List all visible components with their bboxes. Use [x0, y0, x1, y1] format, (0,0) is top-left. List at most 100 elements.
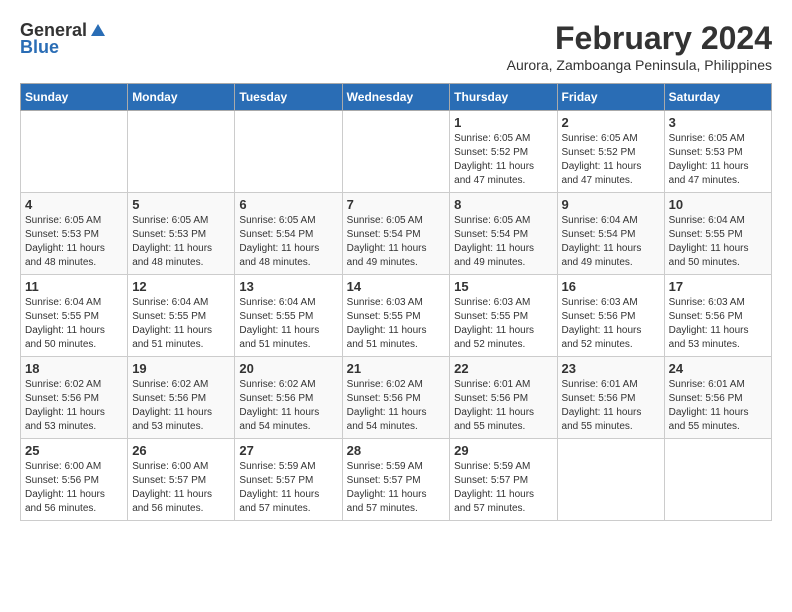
day-cell: 20 Sunrise: 6:02 AM Sunset: 5:56 PM Dayli…: [235, 357, 342, 439]
day-cell: 25 Sunrise: 6:00 AM Sunset: 5:56 PM Dayli…: [21, 439, 128, 521]
day-cell: 17Sunrise: 6:03 AM Sunset: 5:56 PM Dayli…: [664, 275, 771, 357]
col-header-wednesday: Wednesday: [342, 84, 450, 111]
day-number: 2: [562, 115, 660, 130]
day-info: Sunrise: 6:01 AM Sunset: 5:56 PM Dayligh…: [454, 378, 552, 434]
day-number: 14: [347, 279, 446, 294]
logo-blue-text: Blue: [20, 37, 59, 58]
week-row-1: 1Sunrise: 6:05 AM Sunset: 5:52 PM Daylig…: [21, 111, 772, 193]
day-cell: 10 Sunrise: 6:04 AM Sunset: 5:55 PM Dayli…: [664, 193, 771, 275]
day-info: Sunrise: 6:02 AM Sunset: 5:56 PM Dayligh…: [239, 378, 337, 434]
day-number: 22: [454, 361, 552, 376]
day-number: 5: [132, 197, 230, 212]
day-cell: 26Sunrise: 6:00 AM Sunset: 5:57 PM Dayli…: [128, 439, 235, 521]
day-cell: 22 Sunrise: 6:01 AM Sunset: 5:56 PM Dayli…: [450, 357, 557, 439]
day-number: 1: [454, 115, 552, 130]
day-number: 12: [132, 279, 230, 294]
col-header-sunday: Sunday: [21, 84, 128, 111]
day-cell: [21, 111, 128, 193]
day-info: Sunrise: 6:04 AM Sunset: 5:55 PM Dayligh…: [669, 214, 767, 270]
day-number: 25: [25, 443, 123, 458]
day-cell: 21 Sunrise: 6:02 AM Sunset: 5:56 PM Dayli…: [342, 357, 450, 439]
day-info: Sunrise: 6:03 AM Sunset: 5:56 PM Dayligh…: [562, 296, 660, 352]
day-number: 3: [669, 115, 767, 130]
location: Aurora, Zamboanga Peninsula, Philippines: [507, 57, 772, 73]
day-number: 29: [454, 443, 552, 458]
day-cell: 18 Sunrise: 6:02 AM Sunset: 5:56 PM Dayli…: [21, 357, 128, 439]
day-number: 15: [454, 279, 552, 294]
day-cell: 23 Sunrise: 6:01 AM Sunset: 5:56 PM Dayli…: [557, 357, 664, 439]
day-info: Sunrise: 6:04 AM Sunset: 5:55 PM Dayligh…: [239, 296, 337, 352]
day-cell: [557, 439, 664, 521]
day-cell: [664, 439, 771, 521]
day-cell: 16Sunrise: 6:03 AM Sunset: 5:56 PM Dayli…: [557, 275, 664, 357]
day-info: Sunrise: 6:05 AM Sunset: 5:53 PM Dayligh…: [669, 132, 767, 188]
day-number: 8: [454, 197, 552, 212]
day-info: Sunrise: 6:05 AM Sunset: 5:54 PM Dayligh…: [239, 214, 337, 270]
day-info: Sunrise: 5:59 AM Sunset: 5:57 PM Dayligh…: [347, 460, 446, 516]
day-number: 6: [239, 197, 337, 212]
month-year: February 2024: [507, 20, 772, 57]
day-cell: 13 Sunrise: 6:04 AM Sunset: 5:55 PM Dayli…: [235, 275, 342, 357]
title-area: February 2024 Aurora, Zamboanga Peninsul…: [507, 20, 772, 73]
day-info: Sunrise: 6:05 AM Sunset: 5:54 PM Dayligh…: [454, 214, 552, 270]
day-info: Sunrise: 6:05 AM Sunset: 5:53 PM Dayligh…: [25, 214, 123, 270]
day-info: Sunrise: 5:59 AM Sunset: 5:57 PM Dayligh…: [454, 460, 552, 516]
day-info: Sunrise: 6:04 AM Sunset: 5:55 PM Dayligh…: [132, 296, 230, 352]
logo: General Blue: [20, 20, 107, 58]
week-row-2: 4 Sunrise: 6:05 AM Sunset: 5:53 PM Daylig…: [21, 193, 772, 275]
day-info: Sunrise: 6:03 AM Sunset: 5:56 PM Dayligh…: [669, 296, 767, 352]
day-number: 9: [562, 197, 660, 212]
day-number: 27: [239, 443, 337, 458]
col-header-saturday: Saturday: [664, 84, 771, 111]
day-info: Sunrise: 6:05 AM Sunset: 5:53 PM Dayligh…: [132, 214, 230, 270]
day-cell: 3 Sunrise: 6:05 AM Sunset: 5:53 PM Daylig…: [664, 111, 771, 193]
day-number: 23: [562, 361, 660, 376]
day-cell: 27 Sunrise: 5:59 AM Sunset: 5:57 PM Dayli…: [235, 439, 342, 521]
day-cell: 8 Sunrise: 6:05 AM Sunset: 5:54 PM Daylig…: [450, 193, 557, 275]
day-cell: 15 Sunrise: 6:03 AM Sunset: 5:55 PM Dayli…: [450, 275, 557, 357]
day-info: Sunrise: 6:04 AM Sunset: 5:55 PM Dayligh…: [25, 296, 123, 352]
col-header-tuesday: Tuesday: [235, 84, 342, 111]
day-number: 19: [132, 361, 230, 376]
calendar-table: SundayMondayTuesdayWednesdayThursdayFrid…: [20, 83, 772, 521]
day-cell: 14 Sunrise: 6:03 AM Sunset: 5:55 PM Dayli…: [342, 275, 450, 357]
day-number: 13: [239, 279, 337, 294]
day-cell: [342, 111, 450, 193]
day-info: Sunrise: 6:01 AM Sunset: 5:56 PM Dayligh…: [562, 378, 660, 434]
day-info: Sunrise: 6:02 AM Sunset: 5:56 PM Dayligh…: [347, 378, 446, 434]
day-cell: 9 Sunrise: 6:04 AM Sunset: 5:54 PM Daylig…: [557, 193, 664, 275]
day-cell: 7 Sunrise: 6:05 AM Sunset: 5:54 PM Daylig…: [342, 193, 450, 275]
day-cell: 5 Sunrise: 6:05 AM Sunset: 5:53 PM Daylig…: [128, 193, 235, 275]
day-info: Sunrise: 6:02 AM Sunset: 5:56 PM Dayligh…: [132, 378, 230, 434]
header: General Blue February 2024 Aurora, Zambo…: [20, 20, 772, 73]
day-cell: 2Sunrise: 6:05 AM Sunset: 5:52 PM Daylig…: [557, 111, 664, 193]
day-info: Sunrise: 6:02 AM Sunset: 5:56 PM Dayligh…: [25, 378, 123, 434]
day-info: Sunrise: 6:05 AM Sunset: 5:54 PM Dayligh…: [347, 214, 446, 270]
day-cell: 1Sunrise: 6:05 AM Sunset: 5:52 PM Daylig…: [450, 111, 557, 193]
day-number: 26: [132, 443, 230, 458]
week-row-4: 18 Sunrise: 6:02 AM Sunset: 5:56 PM Dayli…: [21, 357, 772, 439]
day-cell: [235, 111, 342, 193]
day-info: Sunrise: 5:59 AM Sunset: 5:57 PM Dayligh…: [239, 460, 337, 516]
day-info: Sunrise: 6:04 AM Sunset: 5:54 PM Dayligh…: [562, 214, 660, 270]
day-info: Sunrise: 6:03 AM Sunset: 5:55 PM Dayligh…: [347, 296, 446, 352]
day-number: 7: [347, 197, 446, 212]
day-number: 18: [25, 361, 123, 376]
day-cell: 6 Sunrise: 6:05 AM Sunset: 5:54 PM Daylig…: [235, 193, 342, 275]
day-number: 21: [347, 361, 446, 376]
day-info: Sunrise: 6:03 AM Sunset: 5:55 PM Dayligh…: [454, 296, 552, 352]
day-number: 28: [347, 443, 446, 458]
day-number: 11: [25, 279, 123, 294]
day-cell: 11 Sunrise: 6:04 AM Sunset: 5:55 PM Dayli…: [21, 275, 128, 357]
day-info: Sunrise: 6:00 AM Sunset: 5:56 PM Dayligh…: [25, 460, 123, 516]
day-number: 10: [669, 197, 767, 212]
day-cell: 28 Sunrise: 5:59 AM Sunset: 5:57 PM Dayli…: [342, 439, 450, 521]
day-number: 4: [25, 197, 123, 212]
week-row-5: 25 Sunrise: 6:00 AM Sunset: 5:56 PM Dayli…: [21, 439, 772, 521]
col-header-friday: Friday: [557, 84, 664, 111]
day-number: 24: [669, 361, 767, 376]
day-cell: 19 Sunrise: 6:02 AM Sunset: 5:56 PM Dayli…: [128, 357, 235, 439]
header-row: SundayMondayTuesdayWednesdayThursdayFrid…: [21, 84, 772, 111]
day-number: 20: [239, 361, 337, 376]
col-header-monday: Monday: [128, 84, 235, 111]
